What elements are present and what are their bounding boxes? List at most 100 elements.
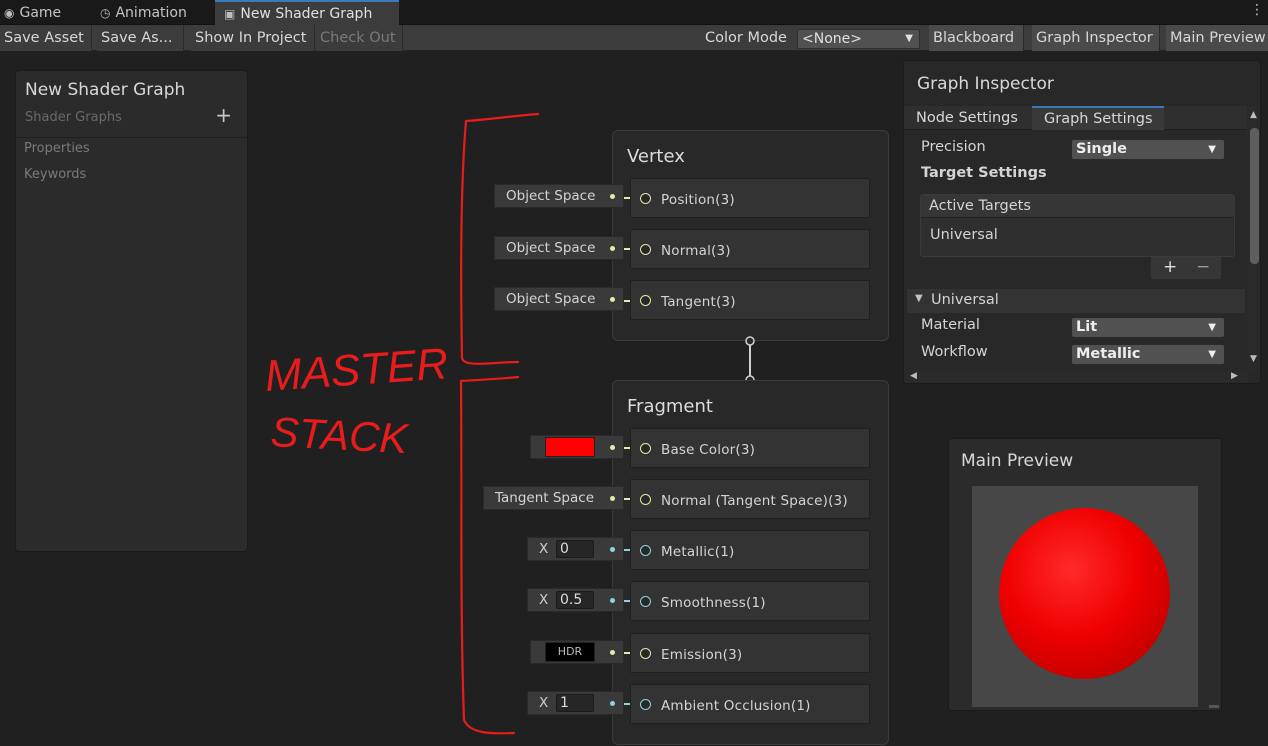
position-space-value: Object Space bbox=[506, 188, 596, 204]
tab-node-settings[interactable]: Node Settings bbox=[904, 106, 1031, 130]
save-asset-button[interactable]: Save Asset bbox=[0, 25, 92, 51]
color-swatch[interactable] bbox=[545, 437, 595, 457]
normal-tangent-port[interactable]: Normal (Tangent Space)(3) bbox=[630, 479, 870, 519]
port-dot[interactable] bbox=[640, 596, 651, 607]
base-color-port[interactable]: Base Color(3) bbox=[630, 428, 870, 468]
metallic-port-label: Metallic(1) bbox=[661, 544, 735, 560]
check-out-button: Check Out bbox=[316, 25, 403, 51]
preview-sphere bbox=[999, 508, 1170, 679]
tab-label: Game bbox=[19, 4, 62, 21]
target-list-item[interactable]: Universal bbox=[930, 227, 998, 243]
scrollbar-thumb[interactable] bbox=[1250, 128, 1259, 264]
normal-port[interactable]: Normal(3) bbox=[630, 229, 870, 269]
position-port[interactable]: Position(3) bbox=[630, 178, 870, 218]
scroll-down-icon[interactable]: ▼ bbox=[1250, 354, 1257, 364]
gamepad-icon: ◉ bbox=[4, 5, 15, 20]
vertex-title: Vertex bbox=[627, 146, 685, 167]
save-as-button[interactable]: Save As... bbox=[97, 25, 184, 51]
blackboard-toggle-button[interactable]: Blackboard bbox=[929, 25, 1024, 51]
normal-space-value: Object Space bbox=[506, 240, 596, 256]
smoothness-port[interactable]: Smoothness(1) bbox=[630, 581, 870, 621]
universal-section-foldout[interactable]: ▼ Universal bbox=[907, 289, 1245, 313]
precision-dropdown[interactable]: Single ▼ bbox=[1071, 139, 1225, 160]
ambient-occlusion-port[interactable]: Ambient Occlusion(1) bbox=[630, 684, 870, 724]
port-dot[interactable] bbox=[640, 545, 651, 556]
active-targets-list: Active Targets Universal bbox=[920, 194, 1235, 257]
universal-section-label: Universal bbox=[931, 292, 999, 308]
vertical-scrollbar[interactable]: ▲ ▼ bbox=[1247, 106, 1260, 370]
base-color-field[interactable] bbox=[530, 435, 624, 459]
color-mode-label: Color Mode bbox=[705, 30, 787, 46]
tangent-space-field[interactable]: Object Space bbox=[494, 287, 624, 311]
connector-dot bbox=[610, 547, 615, 552]
normal-tangent-space-field[interactable]: Tangent Space bbox=[483, 486, 624, 510]
workflow-dropdown[interactable]: Metallic ▼ bbox=[1071, 344, 1225, 365]
port-dot[interactable] bbox=[640, 244, 651, 255]
port-dot[interactable] bbox=[640, 443, 651, 454]
workflow-label: Workflow bbox=[921, 344, 988, 360]
inspector-title: Graph Inspector bbox=[917, 74, 1054, 94]
properties-section[interactable]: Properties bbox=[24, 141, 90, 156]
tab-new-shader-graph[interactable]: ▣ New Shader Graph bbox=[215, 0, 399, 25]
graph-inspector-panel: Graph Inspector Node Settings Graph Sett… bbox=[903, 60, 1261, 384]
position-port-label: Position(3) bbox=[661, 192, 735, 208]
port-dot[interactable] bbox=[640, 295, 651, 306]
emission-field[interactable]: HDR bbox=[530, 640, 624, 664]
tab-label: New Shader Graph bbox=[240, 5, 373, 22]
more-options-icon[interactable]: ⋮ bbox=[1250, 2, 1264, 18]
material-dropdown[interactable]: Lit ▼ bbox=[1071, 317, 1225, 338]
x-label: X bbox=[539, 592, 549, 608]
tab-animation[interactable]: ◷ Animation bbox=[96, 0, 214, 25]
remove-target-button[interactable]: − bbox=[1196, 257, 1210, 277]
connector-dot bbox=[610, 297, 615, 302]
blackboard-subtitle: Shader Graphs bbox=[25, 110, 122, 125]
precision-value: Single bbox=[1076, 141, 1127, 157]
emission-port[interactable]: Emission(3) bbox=[630, 633, 870, 673]
main-preview-panel: Main Preview bbox=[948, 438, 1222, 711]
add-target-button[interactable]: + bbox=[1163, 257, 1177, 277]
graph-inspector-toggle-button[interactable]: Graph Inspector bbox=[1032, 25, 1160, 51]
metallic-port[interactable]: Metallic(1) bbox=[630, 530, 870, 570]
metallic-input[interactable]: 0 bbox=[556, 540, 594, 558]
scroll-left-icon[interactable]: ◀ bbox=[910, 371, 917, 381]
metallic-field[interactable]: X 0 bbox=[527, 537, 624, 561]
foldout-arrow-icon: ▼ bbox=[915, 293, 923, 304]
connector-dot bbox=[610, 445, 615, 450]
port-dot[interactable] bbox=[640, 193, 651, 204]
smoothness-field[interactable]: X 0.5 bbox=[527, 588, 624, 612]
connector-dot bbox=[610, 598, 615, 603]
tab-game[interactable]: ◉ Game bbox=[0, 0, 95, 25]
connector-dot bbox=[610, 701, 615, 706]
tangent-port[interactable]: Tangent(3) bbox=[630, 280, 870, 320]
normal-space-field[interactable]: Object Space bbox=[494, 236, 624, 260]
connector-dot bbox=[610, 650, 615, 655]
preview-title: Main Preview bbox=[961, 451, 1074, 471]
port-dot[interactable] bbox=[640, 699, 651, 710]
main-preview-toggle-button[interactable]: Main Preview bbox=[1166, 25, 1268, 51]
tangent-port-label: Tangent(3) bbox=[661, 294, 736, 310]
tab-graph-settings[interactable]: Graph Settings bbox=[1032, 106, 1164, 130]
port-dot[interactable] bbox=[640, 648, 651, 659]
preview-viewport[interactable] bbox=[972, 486, 1198, 707]
toolbar: Save Asset Save As... Show In Project Ch… bbox=[0, 25, 1268, 51]
window-tab-bar: ◉ Game ◷ Animation ▣ New Shader Graph ⋮ bbox=[0, 0, 1268, 25]
scroll-right-icon[interactable]: ▶ bbox=[1231, 371, 1238, 381]
ambient-occlusion-input[interactable]: 1 bbox=[556, 694, 594, 712]
add-property-button[interactable]: + bbox=[215, 103, 232, 127]
inspector-tabs: Node Settings Graph Settings bbox=[904, 106, 1247, 130]
annotation-line-master: MASTER bbox=[263, 339, 449, 401]
scroll-up-icon[interactable]: ▲ bbox=[1250, 110, 1257, 120]
ambient-occlusion-port-label: Ambient Occlusion(1) bbox=[661, 698, 811, 714]
ambient-occlusion-field[interactable]: X 1 bbox=[527, 691, 624, 715]
horizontal-scrollbar[interactable]: ◀ ▶ bbox=[904, 370, 1247, 383]
smoothness-input[interactable]: 0.5 bbox=[556, 591, 594, 609]
color-mode-dropdown[interactable]: <None> ▼ bbox=[797, 29, 920, 49]
port-dot[interactable] bbox=[640, 494, 651, 505]
x-label: X bbox=[539, 695, 549, 711]
resize-handle[interactable] bbox=[1209, 705, 1219, 708]
position-space-field[interactable]: Object Space bbox=[494, 184, 624, 208]
show-in-project-button[interactable]: Show In Project bbox=[191, 25, 315, 51]
keywords-section[interactable]: Keywords bbox=[24, 167, 86, 182]
shader-graph-icon: ▣ bbox=[224, 6, 236, 21]
hdr-color-swatch[interactable]: HDR bbox=[545, 642, 595, 662]
